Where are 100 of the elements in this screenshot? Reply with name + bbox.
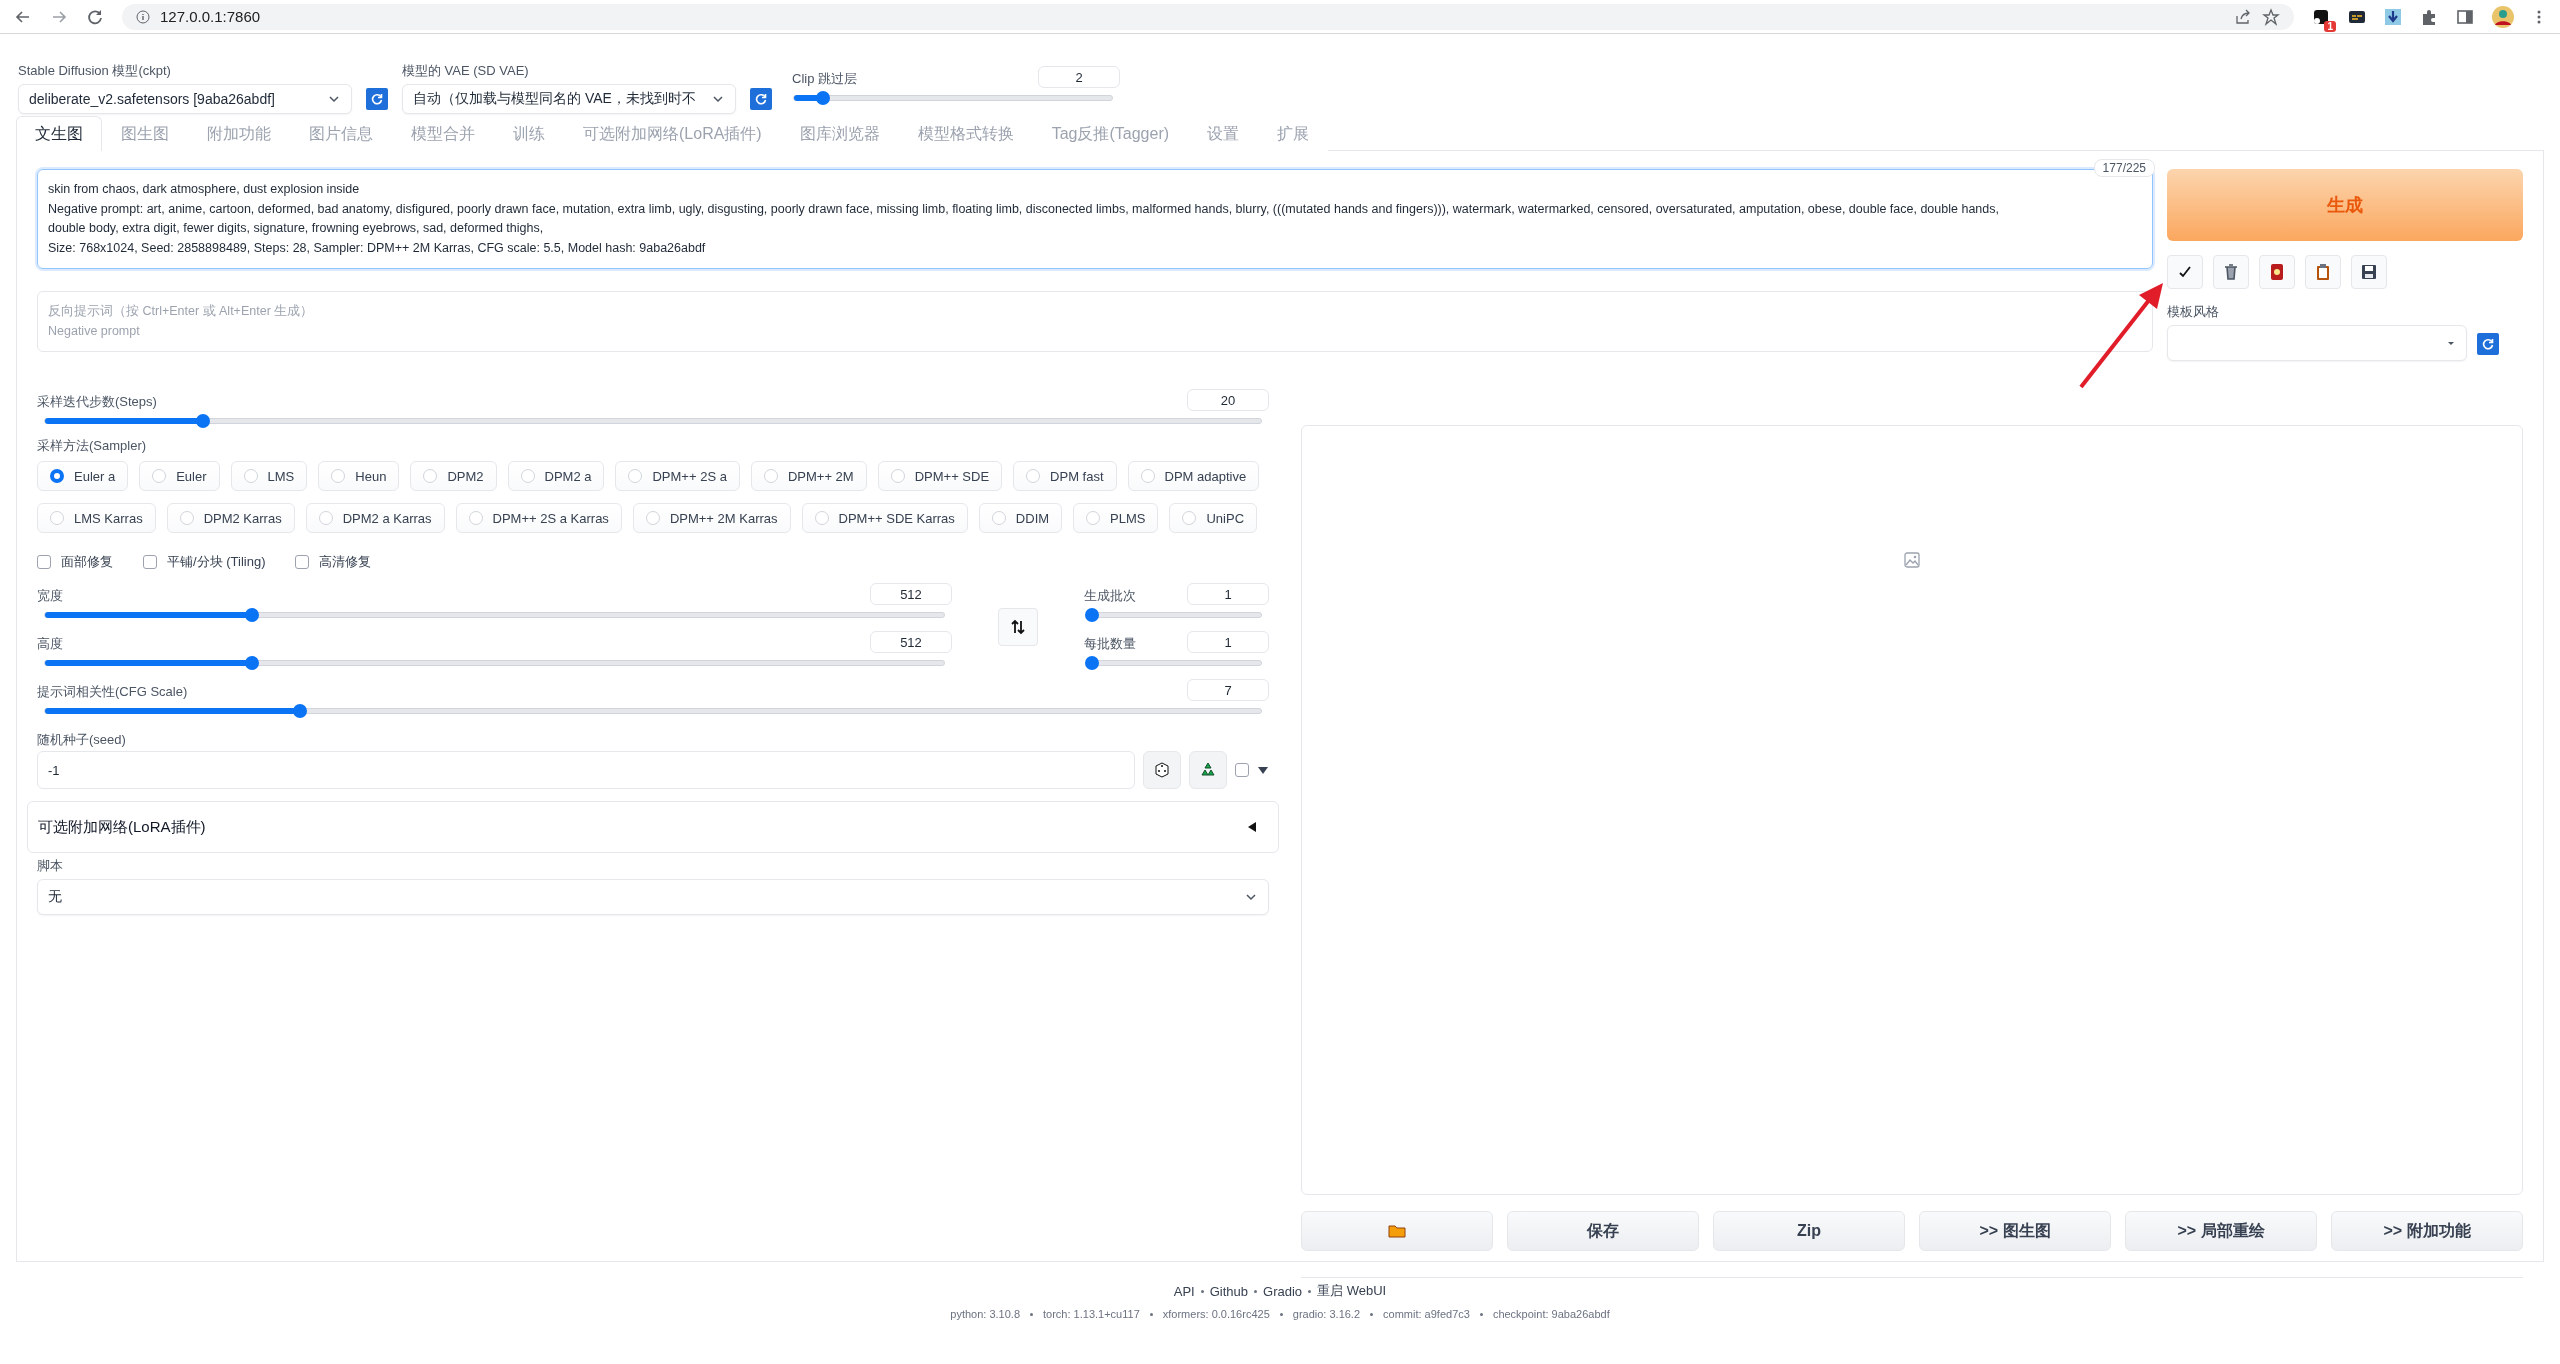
refresh-icon xyxy=(2481,337,2495,351)
swap-arrows-icon xyxy=(1010,619,1026,635)
sampler-option[interactable]: DDIM xyxy=(978,503,1063,533)
field-label: 模型的 VAE (SD VAE) xyxy=(402,62,530,80)
seed-field[interactable]: -1 xyxy=(37,751,1135,789)
info-icon[interactable] xyxy=(136,9,150,24)
output-button[interactable]: >> 附加功能 xyxy=(2331,1211,2523,1251)
number-field[interactable]: 1 xyxy=(1187,631,1269,653)
sampler-option[interactable]: PLMS xyxy=(1073,503,1159,533)
sampler-option[interactable]: Euler xyxy=(139,461,220,491)
refresh-icon xyxy=(370,92,384,106)
number-field[interactable]: 7 xyxy=(1187,679,1269,701)
output-button[interactable]: >> 图生图 xyxy=(1919,1211,2111,1251)
slider-thumb[interactable] xyxy=(293,704,308,718)
slider-thumb[interactable] xyxy=(244,608,259,622)
slider-label: 宽度 xyxy=(37,587,63,605)
slider-thumb[interactable] xyxy=(1085,656,1099,670)
radio[interactable] xyxy=(50,469,64,483)
sampler-option[interactable]: DPM2 xyxy=(410,461,497,491)
sampler-option[interactable]: LMS Karras xyxy=(37,503,156,533)
sampler-option[interactable]: UniPC xyxy=(1169,503,1258,533)
slider-label: 生成批次 xyxy=(1084,587,1136,605)
slider-thumb[interactable] xyxy=(196,414,211,428)
read-params-button[interactable] xyxy=(2167,255,2203,289)
sampler-option[interactable]: DPM2 a Karras xyxy=(305,503,445,533)
output-button[interactable]: Zip xyxy=(1713,1211,1905,1251)
star-icon[interactable] xyxy=(2262,7,2280,26)
footer-link[interactable]: API xyxy=(1173,1283,1195,1299)
save-style-button[interactable] xyxy=(2351,255,2387,289)
lora-accordion[interactable]: 可选附加网络(LoRA插件) xyxy=(27,801,1279,853)
slider-thumb[interactable] xyxy=(244,656,259,670)
option-checkbox[interactable]: 面部修复 xyxy=(37,553,113,571)
number-field[interactable]: 512 xyxy=(870,583,952,605)
option-checkbox[interactable]: 高清修复 xyxy=(295,553,372,571)
checkbox[interactable] xyxy=(295,555,310,569)
checkbox[interactable] xyxy=(1235,763,1249,777)
version-info: gradio: 3.16.2 xyxy=(1292,1308,1361,1320)
sampler-option[interactable]: LMS xyxy=(230,461,308,491)
sampler-option[interactable]: DPM++ SDE Karras xyxy=(801,503,968,533)
extension-icon[interactable] xyxy=(2312,7,2330,26)
footer-link[interactable]: 重启 WebUI xyxy=(1317,1282,1387,1300)
dropdown-triangle-icon[interactable] xyxy=(1257,764,1269,776)
token-counter: 177/225 xyxy=(2093,159,2155,177)
sampler-option[interactable]: Heun xyxy=(318,461,400,491)
url-text: 127.0.0.1:7860 xyxy=(160,8,261,25)
sampler-option[interactable]: DPM2 a xyxy=(507,461,605,491)
slider-label: 采样迭代步数(Steps) xyxy=(37,393,157,411)
sidebar-icon[interactable] xyxy=(2456,7,2474,26)
share-icon[interactable] xyxy=(2234,7,2252,26)
sampler-option[interactable]: DPM++ 2S a xyxy=(615,461,740,491)
slider-label: 提示词相关性(CFG Scale) xyxy=(37,683,188,701)
check-icon xyxy=(2178,265,2192,279)
puzzle-icon[interactable] xyxy=(2420,7,2438,26)
output-button[interactable]: >> 局部重绘 xyxy=(2125,1211,2317,1251)
sampler-option[interactable]: DPM++ 2M Karras xyxy=(632,503,791,533)
sampler-option[interactable]: DPM++ SDE xyxy=(877,461,1003,491)
option-checkbox[interactable]: 平铺/分块 (Tiling) xyxy=(143,553,266,571)
reuse-seed-button[interactable] xyxy=(1189,751,1227,789)
trash-button[interactable] xyxy=(2213,255,2249,289)
swap-button[interactable] xyxy=(998,608,1038,646)
avatar-icon[interactable] xyxy=(2492,5,2514,28)
sampler-option[interactable]: DPM++ 2M xyxy=(750,461,867,491)
refresh-button[interactable] xyxy=(366,88,388,110)
sampler-option[interactable]: DPM fast xyxy=(1013,461,1117,491)
script-select[interactable]: 无 xyxy=(37,879,1269,915)
sampler-option[interactable]: DPM2 Karras xyxy=(166,503,295,533)
footer-link[interactable]: Github xyxy=(1209,1283,1249,1299)
style-button[interactable] xyxy=(2259,255,2295,289)
footer-link[interactable]: Gradio xyxy=(1263,1283,1303,1299)
download-icon[interactable] xyxy=(2384,7,2402,26)
sampler-option[interactable]: DPM++ 2S a Karras xyxy=(455,503,622,533)
number-field[interactable]: 1 xyxy=(1187,583,1269,605)
sampler-option[interactable]: Euler a xyxy=(37,461,129,491)
output-button[interactable]: 保存 xyxy=(1507,1211,1699,1251)
refresh-button[interactable] xyxy=(750,88,772,110)
address-bar[interactable]: 127.0.0.1:7860 xyxy=(122,3,2294,30)
model-select[interactable]: deliberate_v2.safetensors [9aba26abdf] xyxy=(18,84,352,114)
checkbox[interactable] xyxy=(143,555,157,569)
tab[interactable]: 文生图 xyxy=(16,116,102,151)
number-field[interactable]: 512 xyxy=(870,631,952,653)
field-label: 脚本 xyxy=(37,857,64,875)
slider-label: 高度 xyxy=(37,635,63,653)
trash-icon xyxy=(2222,263,2240,281)
version-info: checkpoint: 9aba26abdf xyxy=(1492,1308,1610,1320)
version-info: xformers: 0.0.16rc425 xyxy=(1162,1308,1270,1320)
checkbox[interactable] xyxy=(37,555,51,569)
version-info: python: 3.10.8 xyxy=(950,1308,1021,1320)
number-field[interactable]: 2 xyxy=(1038,66,1120,88)
refresh-icon xyxy=(754,92,768,106)
slider-thumb[interactable] xyxy=(1085,608,1099,622)
clipboard-icon xyxy=(2314,263,2332,281)
number-field[interactable]: 20 xyxy=(1187,389,1269,411)
slider-thumb[interactable] xyxy=(815,91,830,105)
card-icon xyxy=(2268,263,2286,281)
vae-select[interactable]: 自动（仅加载与模型同名的 VAE，未找到时不 xyxy=(402,84,736,114)
random-seed-button[interactable] xyxy=(1143,751,1181,789)
sampler-option[interactable]: DPM adaptive xyxy=(1127,461,1260,491)
refresh-button[interactable] xyxy=(2477,333,2499,355)
clipboard-button[interactable] xyxy=(2305,255,2341,289)
field-label: 模板风格 xyxy=(2167,303,2220,321)
